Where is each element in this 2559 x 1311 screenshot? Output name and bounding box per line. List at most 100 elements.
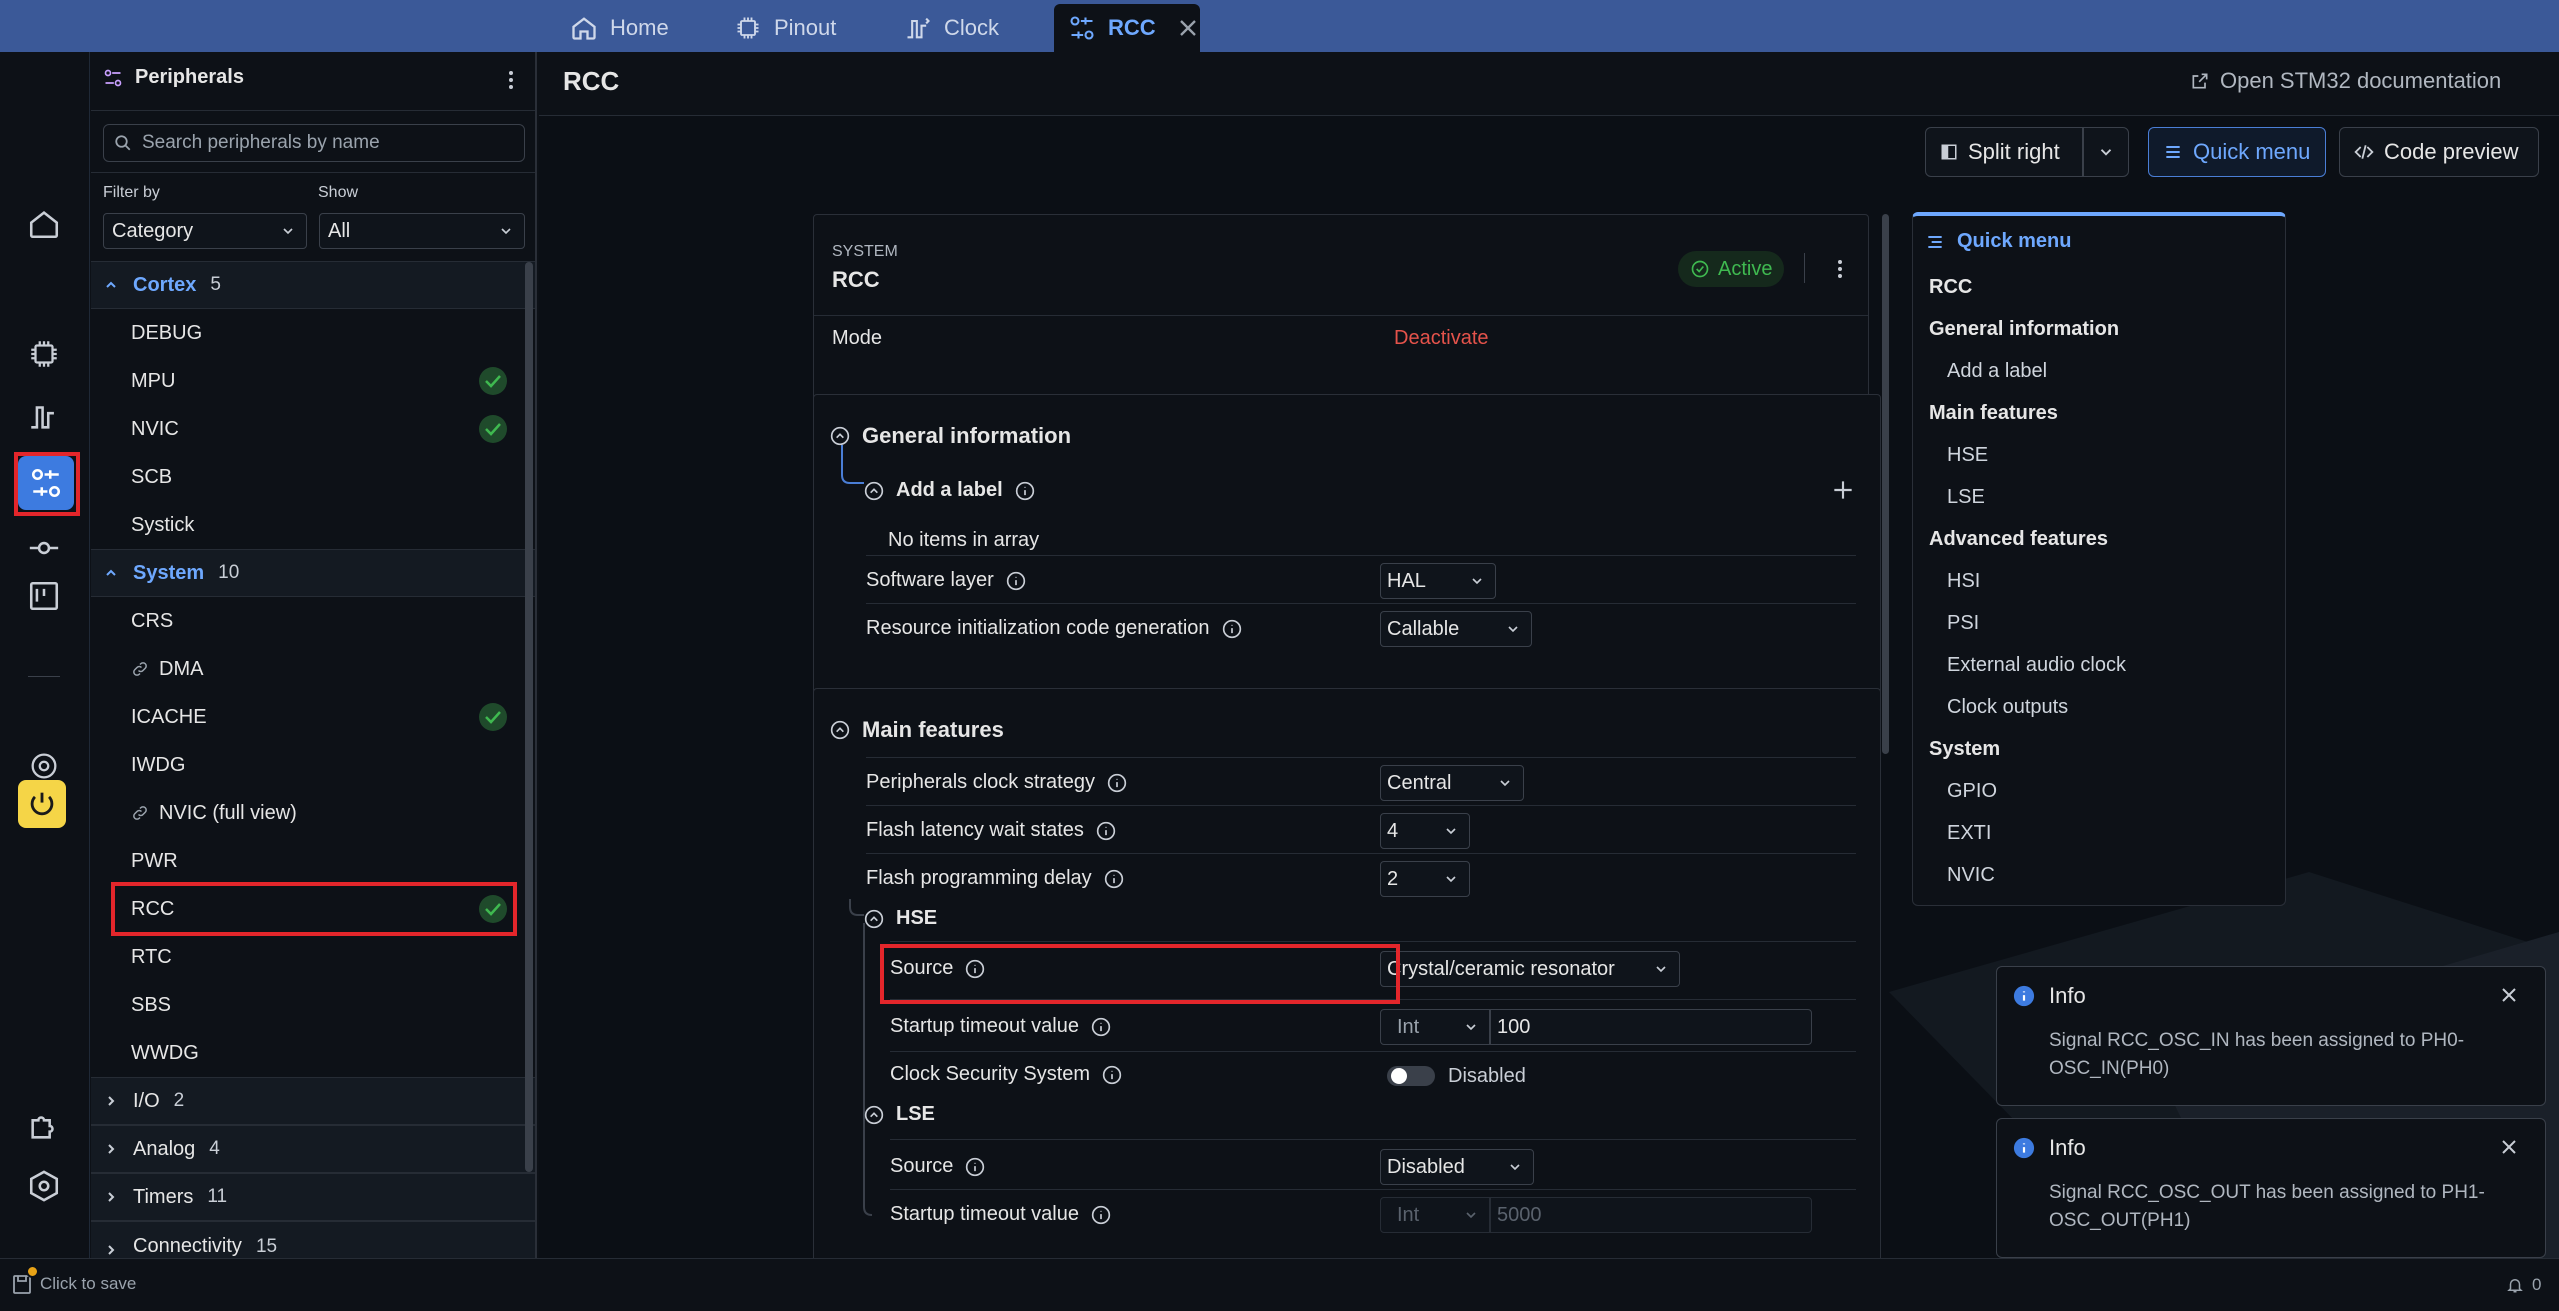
quick-menu-item[interactable]: HSI [1947,570,1980,593]
quick-menu-item[interactable]: General information [1929,318,2119,341]
section-header[interactable]: Main features [830,717,1004,743]
info-icon[interactable] [1006,571,1026,591]
software-layer-select[interactable]: HAL [1380,563,1496,599]
chevron-down-icon [1469,573,1485,589]
home-icon[interactable] [20,200,68,248]
save-button[interactable]: Click to save [12,1265,136,1295]
split-dropdown-button[interactable] [2083,127,2129,177]
list-item-icache[interactable]: ICACHE [131,693,521,741]
info-icon[interactable] [1091,1017,1111,1037]
category-cortex[interactable]: Cortex 5 [91,261,535,309]
close-icon[interactable] [2497,983,2521,1007]
close-icon[interactable] [1174,14,1202,42]
quick-menu-item[interactable]: Clock outputs [1947,696,2068,719]
category-connectivity[interactable]: Connectivity 15 [91,1221,535,1258]
list-item-dma[interactable]: DMA [131,645,521,693]
hse-source-select[interactable]: Crystal/ceramic resonator [1380,951,1680,987]
hexagon-icon[interactable] [20,1162,68,1210]
status-text: Active [1718,257,1773,280]
content-scrollbar[interactable] [1882,214,1889,754]
list-item-pwr[interactable]: PWR [131,837,521,885]
item-label: ICACHE [131,705,207,728]
flash-programming-select[interactable]: 2 [1380,861,1470,897]
show-select[interactable]: All [319,213,525,249]
quick-menu-item[interactable]: NVIC [1947,864,1995,887]
notifications-button[interactable]: 0 [2506,1275,2541,1295]
tab-label: Clock [944,15,1000,40]
info-icon[interactable] [1102,1065,1122,1085]
list-item-scb[interactable]: SCB [131,453,521,501]
toast-header: Info [2013,1135,2086,1161]
quick-menu-item[interactable]: EXTI [1947,822,1991,845]
hse-timeout-input[interactable]: 100 [1490,1009,1812,1045]
puzzle-icon[interactable] [20,1102,68,1150]
info-icon[interactable] [1104,869,1124,889]
lse-header[interactable]: LSE [864,1103,935,1126]
info-icon[interactable] [965,1157,985,1177]
search-input[interactable]: Search peripherals by name [103,124,525,162]
select-value: Int [1397,1203,1420,1226]
quick-menu-button[interactable]: Quick menu [2148,127,2326,177]
split-right-button[interactable]: Split right [1925,127,2083,177]
info-icon[interactable] [1107,773,1127,793]
clock-strategy-select[interactable]: Central [1380,765,1524,801]
chip-icon[interactable] [20,330,68,378]
power-icon[interactable] [18,780,66,828]
quick-menu-item[interactable]: LSE [1947,486,1985,509]
scrollbar[interactable] [525,262,533,1172]
tab-home[interactable]: Home [556,4,683,52]
hse-timeout-type-select[interactable]: Int [1380,1009,1490,1045]
code-preview-button[interactable]: Code preview [2339,127,2539,177]
info-icon[interactable] [1222,619,1242,639]
quick-menu-item[interactable]: GPIO [1947,780,1997,803]
list-item-iwdg[interactable]: IWDG [131,741,521,789]
quick-menu-item[interactable]: Advanced features [1929,528,2108,551]
add-label-header[interactable]: Add a label [864,479,1035,502]
plus-icon[interactable] [1830,477,1856,503]
list-item-sbs[interactable]: SBS [131,981,521,1029]
list-item-systick[interactable]: Systick [131,501,521,549]
more-vertical-icon[interactable] [501,68,521,92]
close-icon[interactable] [2497,1135,2521,1159]
tab-clock[interactable]: Clock [890,4,1013,52]
list-item-crs[interactable]: CRS [131,597,521,645]
tab-rcc[interactable]: RCC [1054,4,1200,52]
quick-menu-item[interactable]: RCC [1929,276,1972,299]
open-docs-link[interactable]: Open STM32 documentation [2190,68,2501,94]
quick-menu-item[interactable]: External audio clock [1947,654,2126,677]
list-item-wwdg[interactable]: WWDG [131,1029,521,1077]
tab-pinout[interactable]: Pinout [720,4,850,52]
list-item-mpu[interactable]: MPU [131,357,521,405]
lse-source-select[interactable]: Disabled [1380,1149,1534,1185]
info-icon[interactable] [1096,821,1116,841]
resource-init-select[interactable]: Callable [1380,611,1532,647]
more-vertical-icon[interactable] [1830,257,1850,281]
field-label: Startup timeout value [890,1203,1079,1225]
hse-header[interactable]: HSE [864,907,937,930]
list-item-debug[interactable]: DEBUG [131,309,521,357]
filter-select[interactable]: Category [103,213,307,249]
quick-menu-item[interactable]: Main features [1929,402,2058,425]
category-timers[interactable]: Timers 11 [91,1173,535,1221]
category-analog[interactable]: Analog 4 [91,1125,535,1173]
node-icon[interactable] [20,524,68,572]
quick-menu-item[interactable]: Add a label [1947,360,2047,383]
peripheral-header-card: SYSTEM RCC Active Mode Deactivate [813,214,1869,422]
toggle-switch[interactable] [1386,1063,1436,1089]
quick-menu-item[interactable]: PSI [1947,612,1979,635]
flash-latency-select[interactable]: 4 [1380,813,1470,849]
clock-waveform-icon[interactable] [20,392,68,440]
quick-menu-item[interactable]: HSE [1947,444,1988,467]
section-header[interactable]: General information [830,423,1071,449]
quick-menu-item[interactable]: System [1929,738,2000,761]
list-item-nvic[interactable]: NVIC [131,405,521,453]
css-toggle[interactable]: Disabled [1386,1063,1526,1089]
info-icon[interactable] [1015,481,1035,501]
deactivate-button[interactable]: Deactivate [1394,327,1489,350]
board-icon[interactable] [20,572,68,620]
category-system[interactable]: System 10 [91,549,535,597]
list-item-nvic-full-view[interactable]: NVIC (full view) [131,789,521,837]
info-icon[interactable] [1091,1205,1111,1225]
category-io[interactable]: I/O 2 [91,1077,535,1125]
list-item-rtc[interactable]: RTC [131,933,521,981]
